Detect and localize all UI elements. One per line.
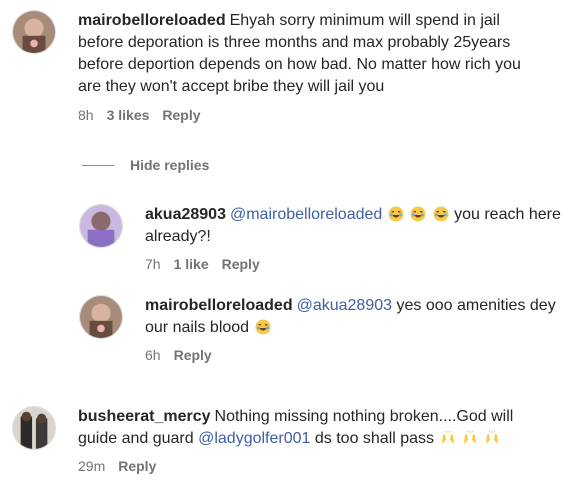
username[interactable]: mairobelloreloaded: [78, 12, 226, 29]
reply-button[interactable]: Reply: [222, 256, 260, 272]
comment-item: mairobelloreloaded Ehyah sorry minimum wi…: [12, 10, 548, 123]
reply-button[interactable]: Reply: [174, 347, 212, 363]
reply-item: akua28903 @mairobelloreloaded you reach h…: [79, 204, 565, 272]
laughing-emoji-icon: [410, 206, 426, 222]
raised-hands-emoji-icon: [486, 430, 499, 444]
timestamp: 6h: [145, 347, 161, 363]
reply-item: mairobelloreloaded @akua28903 yes ooo ame…: [79, 295, 565, 363]
laughing-emoji-icon: [433, 206, 449, 222]
laughing-emoji-icon: [255, 319, 271, 335]
reply-button[interactable]: Reply: [162, 107, 200, 123]
laughing-emoji-icon: [388, 206, 404, 222]
comment-item: busheerat_mercy Nothing missing nothing b…: [12, 406, 548, 474]
raised-hands-emoji-icon: [463, 430, 476, 444]
mention-link[interactable]: @akua28903: [297, 297, 392, 314]
timestamp: 29m: [78, 458, 106, 474]
username[interactable]: akua28903: [145, 206, 226, 223]
comment-text: akua28903 @mairobelloreloaded you reach h…: [145, 204, 565, 248]
likes-count[interactable]: 1 like: [174, 256, 209, 272]
divider: [82, 164, 114, 166]
avatar[interactable]: [12, 10, 56, 54]
mention-link[interactable]: @ladygolfer001: [198, 430, 310, 447]
comment-text: mairobelloreloaded Ehyah sorry minimum wi…: [78, 10, 548, 98]
username[interactable]: busheerat_mercy: [78, 408, 211, 425]
comment-text: busheerat_mercy Nothing missing nothing b…: [78, 406, 548, 450]
avatar[interactable]: [79, 295, 123, 339]
likes-count[interactable]: 3 likes: [107, 107, 150, 123]
avatar[interactable]: [12, 406, 56, 450]
timestamp: 7h: [145, 256, 161, 272]
username[interactable]: mairobelloreloaded: [145, 297, 293, 314]
reply-button[interactable]: Reply: [118, 458, 156, 474]
avatar[interactable]: [79, 204, 123, 248]
hide-replies-label: Hide replies: [130, 157, 210, 173]
hide-replies-button[interactable]: Hide replies: [82, 157, 209, 173]
mention-link[interactable]: @mairobelloreloaded: [230, 206, 382, 223]
comment-text: mairobelloreloaded @akua28903 yes ooo ame…: [145, 295, 565, 339]
raised-hands-emoji-icon: [441, 430, 454, 444]
comment-body-end: ds too shall pass: [314, 430, 435, 447]
timestamp: 8h: [78, 107, 94, 123]
